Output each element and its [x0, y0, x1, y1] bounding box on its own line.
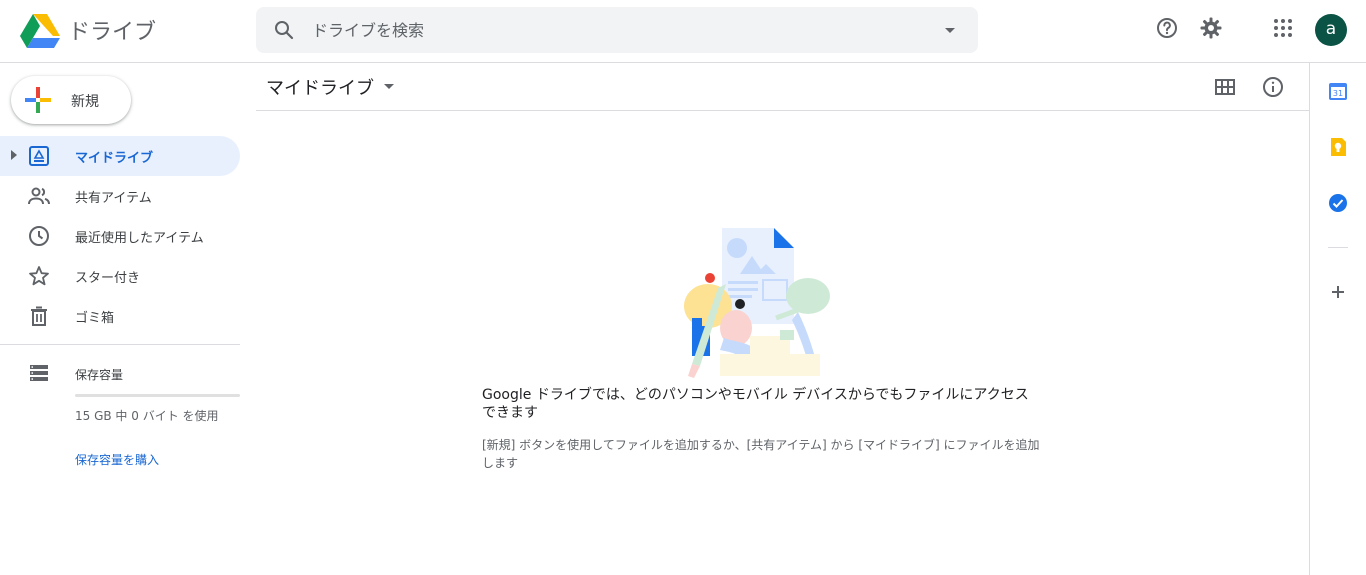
- sidebar-item-trash[interactable]: ゴミ箱: [0, 296, 240, 336]
- sidebar-nav: マイドライブ 共有アイテム 最近使用したアイテム スター付き ゴミ箱: [0, 136, 240, 336]
- my-drive-icon: [29, 146, 49, 166]
- info-icon[interactable]: [1261, 75, 1285, 99]
- sidebar-item-recent[interactable]: 最近使用したアイテム: [0, 216, 240, 256]
- search-input[interactable]: [312, 7, 912, 53]
- new-button[interactable]: 新規: [11, 76, 131, 124]
- trash-icon: [31, 306, 47, 326]
- storage-label[interactable]: 保存容量: [75, 366, 123, 383]
- sidebar-item-label: ゴミ箱: [75, 311, 115, 326]
- sidebar-item-starred[interactable]: スター付き: [0, 256, 240, 296]
- tasks-icon[interactable]: [1328, 193, 1348, 213]
- star-icon: [29, 266, 49, 286]
- grid-view-icon[interactable]: [1213, 75, 1237, 99]
- sidebar-divider: [0, 344, 240, 345]
- empty-state-title: Google ドライブでは、どのパソコンやモバイル デバイスからでもファイルにア…: [482, 387, 1029, 421]
- svg-text:31: 31: [1333, 89, 1343, 98]
- sidebar-item-shared[interactable]: 共有アイテム: [0, 176, 240, 216]
- storage-usage-bar: [75, 394, 240, 397]
- search-options-icon[interactable]: [938, 18, 962, 42]
- chevron-down-icon[interactable]: [384, 84, 394, 89]
- new-button-label: 新規: [71, 94, 99, 110]
- shared-people-icon: [28, 187, 50, 205]
- help-icon[interactable]: [1155, 16, 1179, 40]
- page-title[interactable]: マイドライブ: [266, 74, 374, 100]
- add-icon[interactable]: [1328, 282, 1348, 302]
- account-avatar[interactable]: a: [1315, 14, 1347, 46]
- storage-icon: [30, 365, 48, 381]
- search-icon[interactable]: [272, 18, 296, 42]
- sidebar-item-label: スター付き: [75, 271, 141, 286]
- clock-icon: [29, 226, 49, 246]
- keep-icon[interactable]: [1328, 137, 1348, 157]
- expand-arrow-icon[interactable]: [11, 150, 17, 160]
- empty-drive-illustration: [684, 228, 830, 378]
- sidebar-item-label: マイドライブ: [75, 151, 154, 166]
- calendar-icon[interactable]: 31: [1328, 81, 1348, 101]
- main-toolbar: マイドライブ: [256, 63, 1309, 111]
- sidebar-item-my-drive[interactable]: マイドライブ: [0, 136, 240, 176]
- sidebar-item-label: 最近使用したアイテム: [75, 231, 204, 246]
- side-panel: 31: [1309, 63, 1366, 575]
- search-bar[interactable]: [256, 7, 978, 53]
- app-title[interactable]: ドライブ: [68, 14, 156, 46]
- sidebar-item-label: 共有アイテム: [75, 191, 152, 206]
- empty-state-description: [新規] ボタンを使用してファイルを追加するか、[共有アイテム] から [マイド…: [482, 438, 1040, 470]
- plus-color-icon: [25, 87, 51, 113]
- storage-usage-text: 15 GB 中 0 バイト を使用: [75, 409, 219, 423]
- settings-icon[interactable]: [1199, 16, 1223, 40]
- top-bar: ドライブ ドライブを検索 a: [0, 0, 1366, 63]
- drive-logo-icon[interactable]: [20, 12, 60, 48]
- buy-storage-link[interactable]: 保存容量を購入: [75, 451, 159, 468]
- apps-grid-icon[interactable]: [1271, 16, 1295, 40]
- side-panel-divider: [1328, 247, 1348, 248]
